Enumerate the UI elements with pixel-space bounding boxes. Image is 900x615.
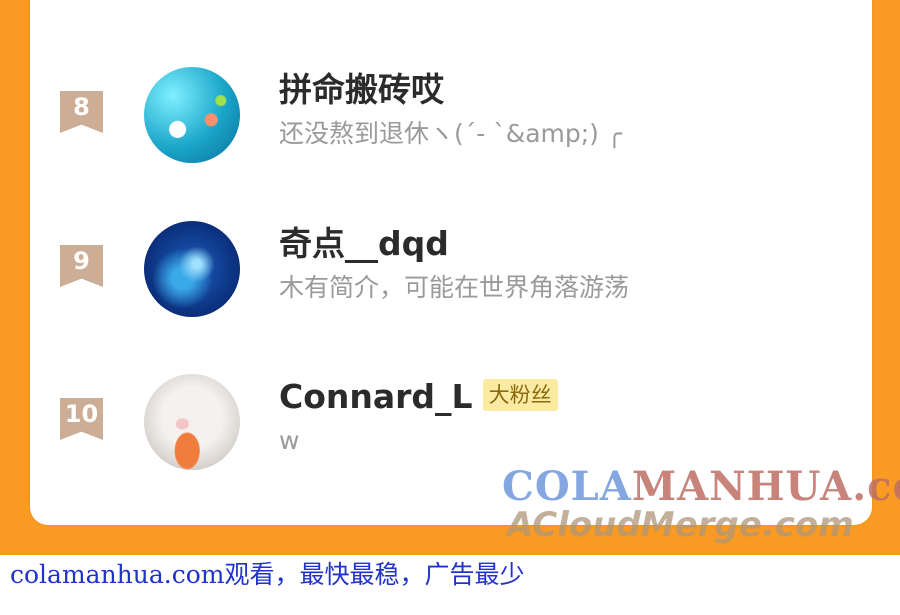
watermark-part-a: COLA xyxy=(502,463,632,510)
rank-number: 8 xyxy=(73,93,90,121)
avatar[interactable] xyxy=(144,67,240,163)
user-description: 木有简介，可能在世界角落游荡 xyxy=(279,273,630,302)
watermark-part-b: MANHUA.com xyxy=(631,463,900,510)
user-description: w xyxy=(279,426,300,455)
user-name[interactable]: 拼命搬砖哎 xyxy=(279,69,444,111)
user-name[interactable]: 奇点__dqd xyxy=(279,223,449,265)
fans-ranking-card: 8 拼命搬砖哎 还没熬到退休ヽ(ˊ- ˋ&amp;) ╭ 9 奇点__dqd 木… xyxy=(30,0,872,525)
orange-frame: 8 拼命搬砖哎 还没熬到退休ヽ(ˊ- ˋ&amp;) ╭ 9 奇点__dqd 木… xyxy=(0,0,900,555)
fan-level-badge: 大粉丝 xyxy=(482,379,558,411)
footer-promo-text[interactable]: colamanhua.com观看，最快最稳，广告最少 xyxy=(10,558,524,592)
user-name-with-badge[interactable]: Connard_L 大粉丝 xyxy=(279,376,558,418)
watermark-sub: ACloudMerge.com xyxy=(507,505,854,545)
avatar[interactable] xyxy=(144,374,240,470)
avatar[interactable] xyxy=(144,221,240,317)
list-item[interactable]: 9 奇点__dqd 木有简介，可能在世界角落游荡 xyxy=(30,217,872,327)
user-description: 还没熬到退休ヽ(ˊ- ˋ&amp;) ╭ xyxy=(279,119,622,148)
rank-number: 10 xyxy=(64,400,99,428)
rank-number: 9 xyxy=(73,247,90,275)
watermark-logo: COLAMANHUA.com xyxy=(502,463,900,510)
list-item[interactable]: 8 拼命搬砖哎 还没熬到退休ヽ(ˊ- ˋ&amp;) ╭ xyxy=(30,63,872,173)
user-name[interactable]: Connard_L xyxy=(279,377,473,416)
